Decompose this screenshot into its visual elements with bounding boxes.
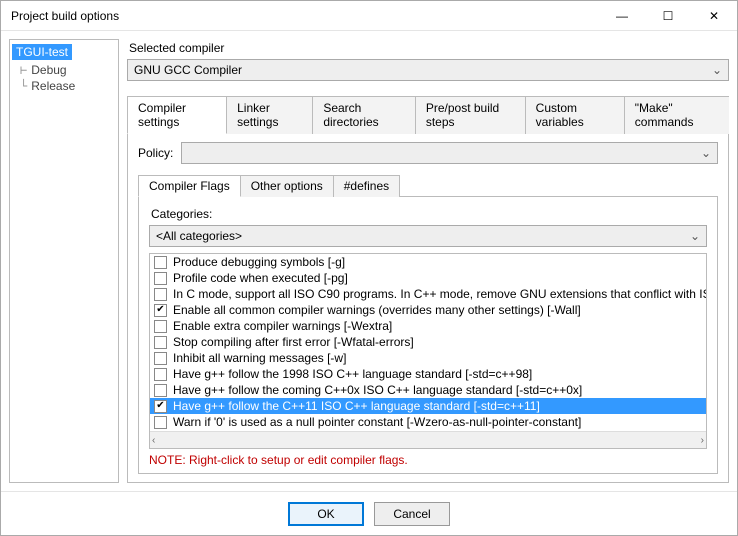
categories-combo[interactable]: <All categories> ⌄ bbox=[149, 225, 707, 247]
flag-row[interactable]: Enable warnings demanded by strict ISO C… bbox=[150, 430, 706, 431]
flag-row[interactable]: Stop compiling after first error [-Wfata… bbox=[150, 334, 706, 350]
dialog-window: Project build options — ☐ ✕ TGUI-test ⊢ … bbox=[0, 0, 738, 536]
titlebar: Project build options — ☐ ✕ bbox=[1, 1, 737, 31]
close-button[interactable]: ✕ bbox=[691, 1, 737, 31]
tab-make-commands[interactable]: "Make" commands bbox=[624, 96, 729, 134]
dialog-footer: OK Cancel bbox=[1, 491, 737, 535]
subtab-defines[interactable]: #defines bbox=[333, 175, 400, 197]
flag-row[interactable]: Produce debugging symbols [-g] bbox=[150, 254, 706, 270]
flag-label: Stop compiling after first error [-Wfata… bbox=[173, 335, 414, 349]
subtab-compiler-flags[interactable]: Compiler Flags bbox=[138, 175, 241, 197]
categories-combo-value: <All categories> bbox=[156, 229, 242, 243]
flag-label: Have g++ follow the 1998 ISO C++ languag… bbox=[173, 367, 532, 381]
flag-checkbox[interactable] bbox=[154, 272, 167, 285]
categories-label: Categories: bbox=[151, 207, 707, 221]
flag-checkbox[interactable]: ✔ bbox=[154, 400, 167, 413]
flag-row[interactable]: Warn if '0' is used as a null pointer co… bbox=[150, 414, 706, 430]
flag-row[interactable]: In C mode, support all ISO C90 programs.… bbox=[150, 286, 706, 302]
main-tabs: Compiler settings Linker settings Search… bbox=[127, 95, 729, 134]
chevron-down-icon: ⌄ bbox=[690, 229, 700, 243]
tree-child-debug[interactable]: ⊢ Debug bbox=[18, 62, 116, 78]
policy-combo[interactable]: ⌄ bbox=[181, 142, 718, 164]
tree-child-label: Debug bbox=[31, 63, 66, 77]
selected-compiler-label: Selected compiler bbox=[129, 41, 729, 55]
flag-row[interactable]: Have g++ follow the coming C++0x ISO C++… bbox=[150, 382, 706, 398]
policy-row: Policy: ⌄ bbox=[138, 142, 718, 164]
tab-prepost-build[interactable]: Pre/post build steps bbox=[415, 96, 526, 134]
flag-checkbox[interactable] bbox=[154, 384, 167, 397]
ok-button[interactable]: OK bbox=[288, 502, 364, 526]
flag-checkbox[interactable] bbox=[154, 368, 167, 381]
main-tabs-content: Policy: ⌄ Compiler Flags Other options #… bbox=[127, 134, 729, 483]
right-pane: Selected compiler GNU GCC Compiler ⌄ Com… bbox=[127, 39, 729, 483]
flag-row[interactable]: Enable extra compiler warnings [-Wextra] bbox=[150, 318, 706, 334]
tab-compiler-settings[interactable]: Compiler settings bbox=[127, 96, 227, 134]
flag-label: In C mode, support all ISO C90 programs.… bbox=[173, 287, 706, 301]
flag-label: Produce debugging symbols [-g] bbox=[173, 255, 345, 269]
tab-search-directories[interactable]: Search directories bbox=[312, 96, 416, 134]
flag-label: Have g++ follow the coming C++0x ISO C++… bbox=[173, 383, 582, 397]
tree-connector-icon: └ bbox=[20, 79, 27, 93]
tree-root-item[interactable]: TGUI-test bbox=[12, 44, 72, 60]
client-area: TGUI-test ⊢ Debug └ Release Selected com… bbox=[1, 31, 737, 491]
compiler-combo[interactable]: GNU GCC Compiler ⌄ bbox=[127, 59, 729, 81]
flag-row[interactable]: ✔ Enable all common compiler warnings (ov… bbox=[150, 302, 706, 318]
subtab-other-options[interactable]: Other options bbox=[240, 175, 334, 197]
flag-checkbox[interactable]: ✔ bbox=[154, 304, 167, 317]
tree-child-label: Release bbox=[31, 79, 75, 93]
flag-checkbox[interactable] bbox=[154, 352, 167, 365]
policy-label: Policy: bbox=[138, 146, 173, 160]
flag-label: Profile code when executed [-pg] bbox=[173, 271, 348, 285]
flag-checkbox[interactable] bbox=[154, 288, 167, 301]
scroll-right-icon[interactable]: › bbox=[701, 435, 704, 446]
sub-tabs: Compiler Flags Other options #defines bbox=[138, 174, 718, 197]
targets-tree[interactable]: TGUI-test ⊢ Debug └ Release bbox=[9, 39, 119, 483]
tab-custom-variables[interactable]: Custom variables bbox=[525, 96, 625, 134]
flag-label: Enable all common compiler warnings (ove… bbox=[173, 303, 581, 317]
flag-row[interactable]: Inhibit all warning messages [-w] bbox=[150, 350, 706, 366]
flags-list: Produce debugging symbols [-g] Profile co… bbox=[150, 254, 706, 431]
sub-tabs-content: Categories: <All categories> ⌄ Produce d… bbox=[138, 197, 718, 474]
flag-label: Warn if '0' is used as a null pointer co… bbox=[173, 415, 581, 429]
flag-checkbox[interactable] bbox=[154, 256, 167, 269]
scroll-left-icon[interactable]: ‹ bbox=[152, 435, 155, 446]
compiler-combo-value: GNU GCC Compiler bbox=[134, 63, 242, 77]
flag-row[interactable]: ✔ Have g++ follow the C++11 ISO C++ langu… bbox=[150, 398, 706, 414]
chevron-down-icon: ⌄ bbox=[701, 146, 711, 160]
maximize-button[interactable]: ☐ bbox=[645, 1, 691, 31]
flag-label: Enable extra compiler warnings [-Wextra] bbox=[173, 319, 392, 333]
flags-listbox[interactable]: Produce debugging symbols [-g] Profile co… bbox=[149, 253, 707, 449]
minimize-button[interactable]: — bbox=[599, 1, 645, 31]
horizontal-scrollbar[interactable]: ‹ › bbox=[150, 431, 706, 448]
flag-label: Have g++ follow the C++11 ISO C++ langua… bbox=[173, 399, 540, 413]
flag-label: Inhibit all warning messages [-w] bbox=[173, 351, 346, 365]
note-text: NOTE: Right-click to setup or edit compi… bbox=[149, 453, 707, 467]
flag-checkbox[interactable] bbox=[154, 416, 167, 429]
chevron-down-icon: ⌄ bbox=[712, 63, 722, 77]
flag-checkbox[interactable] bbox=[154, 320, 167, 333]
tree-connector-icon: ⊢ bbox=[20, 63, 27, 77]
tree-child-release[interactable]: └ Release bbox=[18, 78, 116, 94]
window-title: Project build options bbox=[11, 9, 599, 23]
flag-row[interactable]: Profile code when executed [-pg] bbox=[150, 270, 706, 286]
cancel-button[interactable]: Cancel bbox=[374, 502, 450, 526]
flag-checkbox[interactable] bbox=[154, 336, 167, 349]
tab-linker-settings[interactable]: Linker settings bbox=[226, 96, 313, 134]
flag-row[interactable]: Have g++ follow the 1998 ISO C++ languag… bbox=[150, 366, 706, 382]
